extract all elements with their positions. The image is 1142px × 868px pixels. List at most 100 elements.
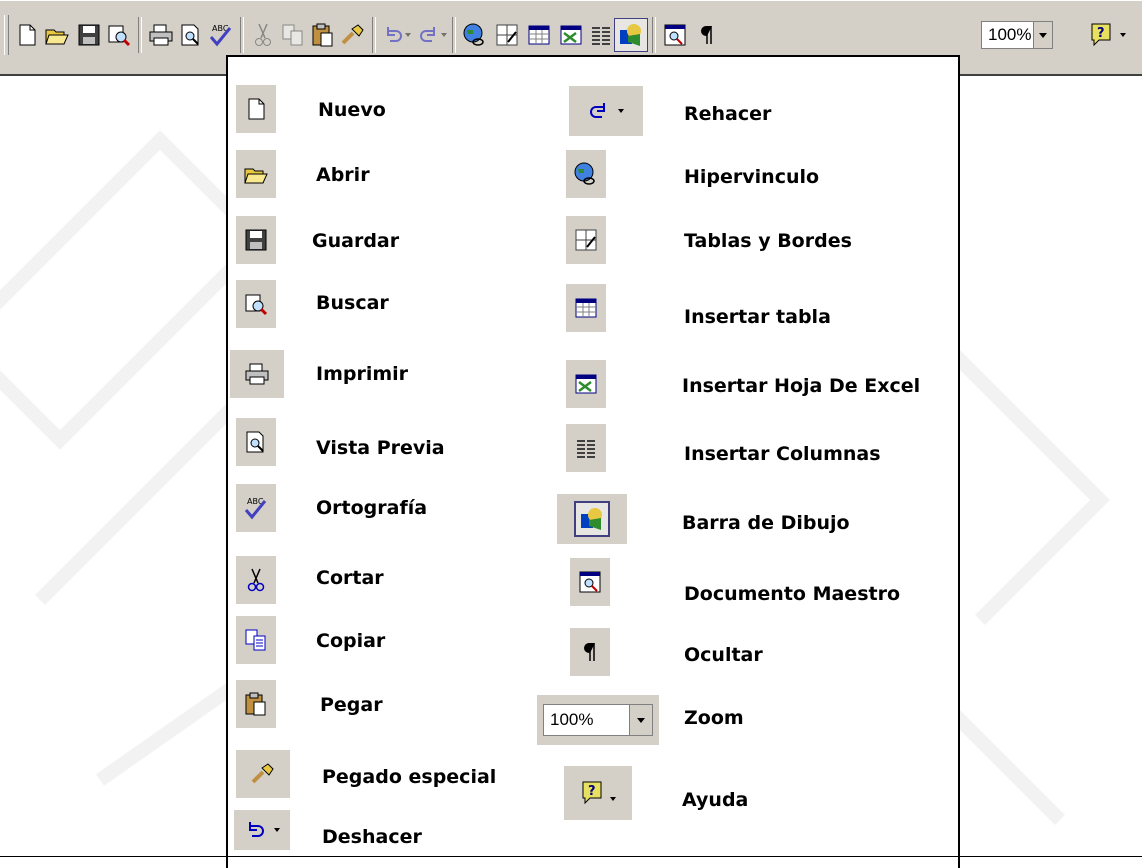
- legend-icon-box: [236, 216, 276, 264]
- show-hide-icon: [701, 26, 712, 44]
- legend-icon-box: [236, 750, 290, 798]
- cut-button[interactable]: [248, 20, 278, 50]
- insert-excel-icon: [560, 25, 582, 45]
- legend-label-insertar-columnas: Insertar Columnas: [684, 443, 881, 465]
- search-icon: [245, 294, 268, 316]
- legend-icon-box: 100%: [537, 695, 659, 745]
- legend-icon-box: [236, 616, 276, 664]
- format-painter-icon: [251, 763, 274, 784]
- legend-icon-box: [230, 350, 284, 398]
- format-painter-icon: [341, 24, 364, 45]
- cut-icon: [247, 568, 265, 592]
- legend-label-nuevo: Nuevo: [318, 99, 386, 121]
- legend-label-vista-previa: Vista Previa: [316, 437, 445, 459]
- tables-borders-button[interactable]: [492, 20, 522, 50]
- columns-button[interactable]: [586, 20, 616, 50]
- zoom-value: 100%: [550, 710, 594, 729]
- redo-dropdown[interactable]: [438, 20, 450, 50]
- legend-icon-box: [570, 628, 610, 676]
- undo-dropdown[interactable]: [402, 20, 414, 50]
- paste-button[interactable]: [308, 20, 338, 50]
- bottom-border: [0, 856, 1142, 857]
- undo-icon: [249, 822, 264, 837]
- tables-borders-icon: [496, 24, 518, 46]
- insert-excel-button[interactable]: [556, 20, 586, 50]
- legend-icon-box: [236, 680, 276, 728]
- master-document-button[interactable]: [660, 20, 690, 50]
- legend-label-rehacer: Rehacer: [684, 103, 772, 125]
- chevron-down-icon[interactable]: [1033, 22, 1052, 48]
- columns-icon: [592, 27, 610, 45]
- help-icon: ?: [1091, 23, 1111, 47]
- legend-label-copiar: Copiar: [316, 630, 386, 652]
- spelling-button[interactable]: ABC: [206, 20, 236, 50]
- legend-icon-box: [236, 556, 276, 604]
- legend-label-guardar: Guardar: [312, 230, 400, 252]
- insert-table-icon: [575, 298, 597, 318]
- format-painter-button[interactable]: [338, 20, 368, 50]
- legend-label-pegar: Pegar: [320, 694, 383, 716]
- legend-icon-box: [566, 216, 606, 264]
- legend-label-abrir: Abrir: [316, 164, 370, 186]
- hyperlink-icon: [463, 23, 484, 46]
- save-icon: [245, 229, 267, 251]
- legend-icon-box: ABC: [236, 484, 276, 532]
- paste-icon: [312, 23, 333, 47]
- print-preview-button[interactable]: [176, 20, 206, 50]
- drawing-button[interactable]: [614, 18, 648, 52]
- legend-icon-box: [236, 418, 276, 466]
- drawing-icon: [620, 24, 641, 46]
- help-button[interactable]: ?: [1086, 20, 1116, 50]
- open-icon: [45, 29, 69, 45]
- open-icon: [244, 168, 268, 184]
- legend-label-barra-dibujo: Barra de Dibujo: [682, 512, 850, 534]
- save-button[interactable]: [74, 20, 104, 50]
- legend-label-ayuda: Ayuda: [682, 789, 749, 811]
- redo-icon: [590, 103, 605, 118]
- save-icon: [78, 24, 100, 46]
- search-button[interactable]: [104, 20, 134, 50]
- hyperlink-icon: [574, 162, 595, 185]
- chevron-down-icon: [274, 828, 280, 832]
- pressed-frame: [574, 501, 610, 537]
- zoom-dropdown[interactable]: 100%: [981, 21, 1053, 49]
- legend-icon-box: [236, 85, 276, 133]
- legend-icon-box: [236, 150, 276, 198]
- legend-icon-box: ?: [564, 766, 632, 820]
- legend-label-tablas-bordes: Tablas y Bordes: [684, 230, 852, 252]
- print-button[interactable]: [146, 20, 176, 50]
- insert-table-icon: [528, 25, 550, 45]
- paste-icon: [245, 692, 266, 716]
- copy-button[interactable]: [278, 20, 308, 50]
- spelling-icon: ABC: [209, 24, 232, 47]
- legend-icon-box: [236, 280, 276, 328]
- open-button[interactable]: [42, 20, 72, 50]
- help-icon: ?: [582, 781, 602, 805]
- print-preview-icon: [246, 431, 264, 453]
- insert-table-button[interactable]: [524, 20, 554, 50]
- chevron-down-icon: [610, 797, 616, 801]
- legend-label-imprimir: Imprimir: [316, 363, 409, 385]
- svg-text:?: ?: [1097, 26, 1105, 41]
- legend-label-hipervinculo: Hipervinculo: [684, 166, 820, 188]
- show-hide-button[interactable]: [692, 20, 722, 50]
- legend-label-pegado-especial: Pegado especial: [322, 766, 497, 788]
- chevron-down-icon: [629, 705, 652, 735]
- master-document-icon: [579, 571, 601, 593]
- legend-label-insertar-tabla: Insertar tabla: [684, 306, 831, 328]
- cut-icon: [255, 23, 271, 46]
- new-icon: [248, 98, 265, 120]
- copy-icon: [282, 24, 303, 46]
- new-button[interactable]: [12, 20, 42, 50]
- help-dropdown[interactable]: [1116, 20, 1130, 50]
- redo-icon: [420, 27, 435, 42]
- zoom-dropdown: 100%: [543, 704, 653, 736]
- svg-text:?: ?: [588, 784, 596, 799]
- hyperlink-button[interactable]: [460, 20, 490, 50]
- print-icon: [149, 24, 173, 46]
- legend-icon-box: [569, 86, 643, 136]
- master-document-icon: [664, 24, 686, 46]
- spelling-icon: ABC: [244, 497, 267, 520]
- toolbar-grip[interactable]: [4, 15, 9, 55]
- legend-icon-box: [566, 360, 606, 408]
